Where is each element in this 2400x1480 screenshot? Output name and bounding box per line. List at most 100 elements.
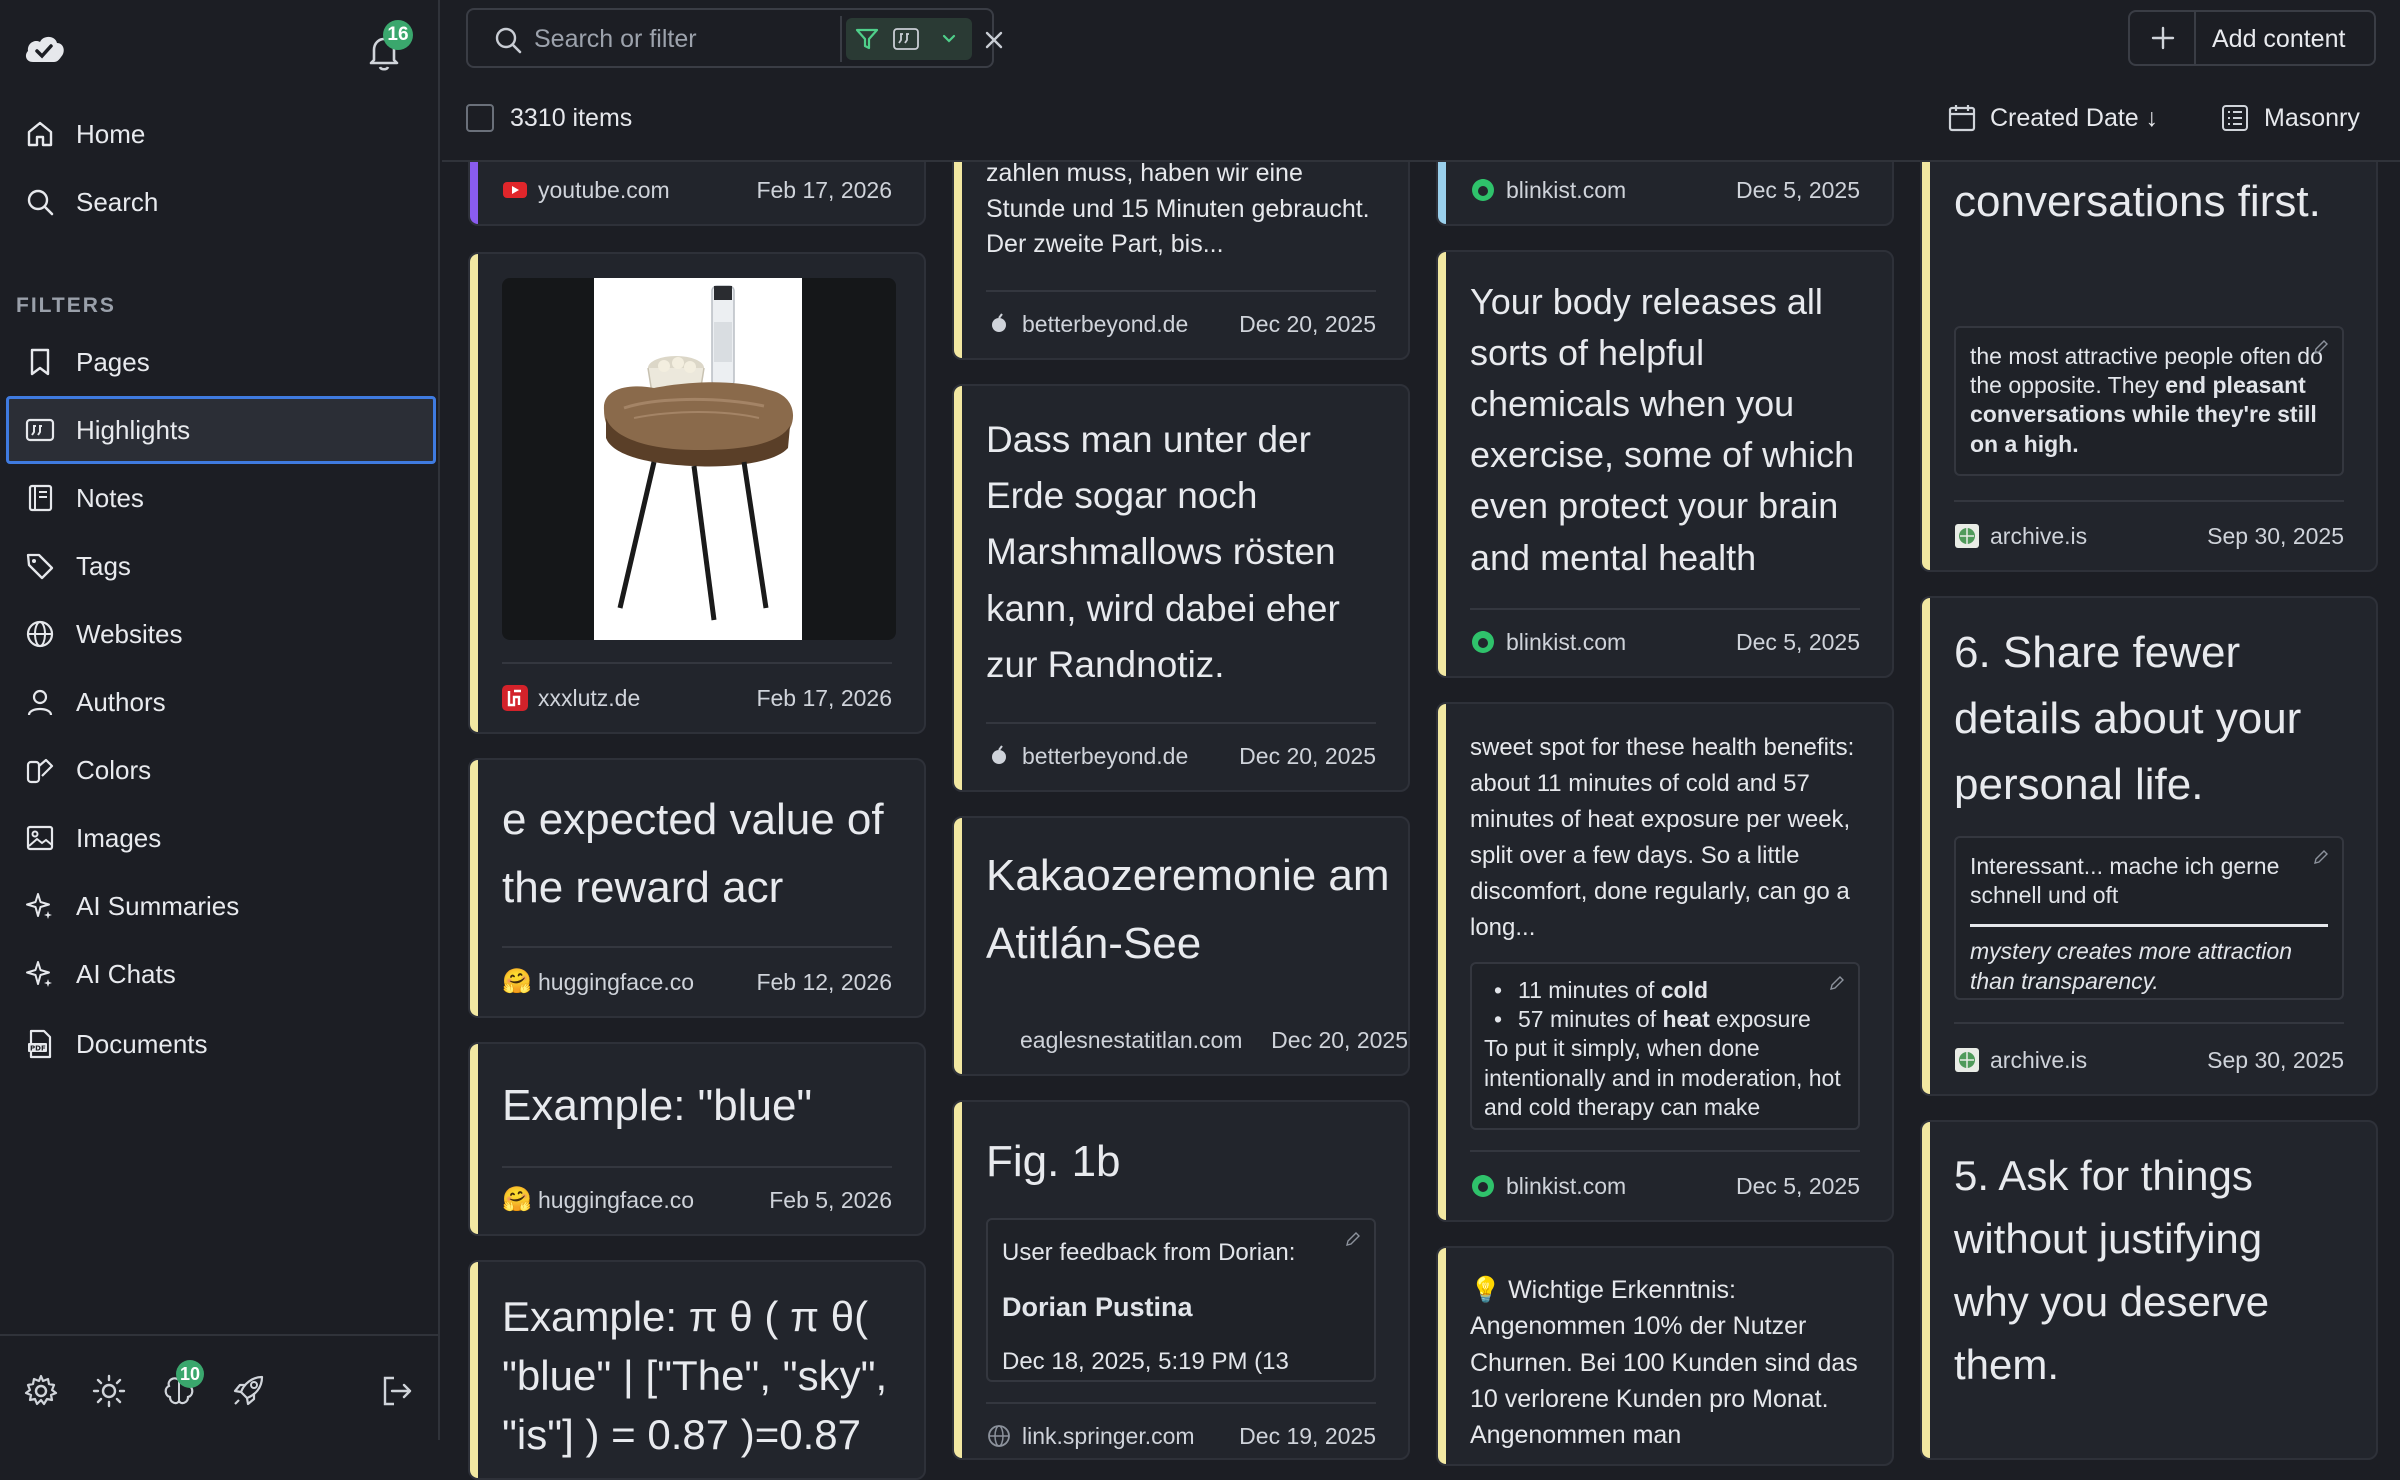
pdf-icon: PDF [28,1029,52,1059]
select-all-checkbox[interactable] [466,104,494,132]
filter-tags[interactable]: Tags [6,536,436,596]
highlight-text: Kakaozeremonie am Atitlán-See [986,851,1390,969]
sort-label: Created Date ↓ [1990,103,2159,132]
source-site[interactable]: link.springer.com [1022,1423,1239,1450]
source-site[interactable]: huggingface.co [538,1187,769,1214]
search-icon [27,189,54,216]
filter-colors[interactable]: Colors [6,740,436,800]
filter-notes[interactable]: Notes [6,468,436,528]
huggingface-favicon-icon: 🤗 [502,1186,532,1213]
highlight-card[interactable]: Example: "blue" 🤗 huggingface.co Feb 5, … [468,1042,926,1236]
filter-images[interactable]: Images [6,808,436,868]
nav-search[interactable]: Search [6,172,436,232]
card-divider [502,662,892,664]
note-rule [1970,924,2328,928]
user-note[interactable]: User feedback from Dorian: Dorian Pustin… [986,1218,1376,1382]
card-source: link.springer.com Dec 19, 2025 [986,1420,1376,1452]
masonry-column-4: conversations first. the most attractive… [1920,0,2378,1460]
rocket-icon[interactable] [230,1372,268,1410]
highlight-text: e expected value of the reward acr [502,795,884,913]
user-note[interactable]: Interessant... mache ich gerne schnell u… [1954,836,2344,1000]
highlight-card[interactable]: xxxlutz.de Feb 17, 2026 [468,252,926,734]
card-divider [986,722,1376,724]
note-line: User feedback from Dorian: [1002,1239,1296,1266]
swatch-icon [26,758,54,784]
user-note[interactable]: • 11 minutes of cold • 57 minutes of heat … [1470,962,1860,1130]
add-content-button[interactable]: Add content [2128,10,2376,66]
source-site[interactable]: huggingface.co [538,969,756,996]
source-site[interactable]: betterbeyond.de [1022,311,1239,338]
highlight-card[interactable]: Dass man unter der Erde sogar noch Marsh… [952,384,1410,792]
huggingface-favicon-icon: 🤗 [502,968,532,995]
active-filter-chip[interactable] [846,18,972,60]
highlight-card[interactable]: e expected value of the reward acr 🤗 hug… [468,758,926,1018]
card-divider [1954,1022,2344,1024]
highlight-color-bar [954,818,962,1074]
card-divider [986,290,1376,292]
highlight-card[interactable]: Fig. 1b User feedback from Dorian: Doria… [952,1100,1410,1460]
source-site[interactable]: archive.is [1990,1047,2207,1074]
card-source: blinkist.com Dec 5, 2025 [1470,1170,1860,1202]
highlight-card[interactable]: 5. Ask for things without justifying why… [1920,1120,2378,1460]
theme-sun-icon[interactable] [90,1372,128,1410]
user-note[interactable]: the most attractive people often do the … [1954,326,2344,476]
logout-icon[interactable] [378,1372,416,1410]
source-site[interactable]: archive.is [1990,523,2207,550]
chevron-down-icon[interactable] [940,30,958,48]
nav-home[interactable]: Home [6,104,436,164]
highlight-text: 💡 Wichtige Erkenntnis: Angenommen 10% de… [1470,1276,1858,1449]
source-site[interactable]: blinkist.com [1506,1173,1736,1200]
card-divider [502,1166,892,1168]
filter-ai-summaries[interactable]: AI Summaries [6,876,436,936]
view-mode-button[interactable]: Masonry [2220,100,2360,136]
filter-documents[interactable]: PDF Documents [6,1014,436,1074]
highlight-card[interactable]: Kakaozeremonie am Atitlán-See eaglesnest… [952,816,1410,1076]
highlight-card[interactable]: conversations first. the most attractive… [1920,100,2378,572]
highlight-card[interactable]: sweet spot for these health benefits: ab… [1436,702,1894,1222]
toolbar: Add content 3310 items Created Date ↓ Ma… [442,0,2400,162]
highlight-card[interactable]: 6. Share fewer details about your person… [1920,596,2378,1096]
highlight-color-bar [1922,1122,1930,1458]
cloud-check-logo-icon[interactable] [22,30,66,66]
filter-websites[interactable]: Websites [6,604,436,664]
filter-highlights[interactable]: Highlights [6,396,436,464]
highlight-card[interactable]: Your body releases all sorts of helpful … [1436,250,1894,678]
source-date: Sep 30, 2025 [2207,1046,2344,1073]
highlight-text: Dass man unter der Erde sogar noch Marsh… [986,419,1340,685]
edit-pencil-icon[interactable] [2312,848,2330,866]
card-source: archive.is Sep 30, 2025 [1954,520,2344,552]
add-content-label: Add content [2212,25,2346,53]
source-date: Dec 19, 2025 [1239,1422,1376,1449]
search-separator [840,16,842,62]
source-site[interactable]: eaglesnestatitlan.com [1020,1027,1271,1054]
card-source: archive.is Sep 30, 2025 [1954,1044,2344,1076]
betterbeyond-favicon-icon [992,313,1006,332]
source-site[interactable]: xxxlutz.de [538,685,756,712]
highlight-card[interactable]: 💡 Wichtige Erkenntnis: Angenommen 10% de… [1436,1246,1894,1466]
settings-icon[interactable] [22,1372,60,1410]
edit-pencil-icon[interactable] [1344,1230,1362,1248]
svg-text:PDF: PDF [30,1045,46,1053]
source-site[interactable]: blinkist.com [1506,629,1736,656]
source-date: Dec 5, 2025 [1735,628,1860,655]
highlight-color-bar [954,1102,962,1458]
highlight-color-bar [470,254,478,732]
filter-highlights-label: Highlights [76,414,191,445]
search-input[interactable] [534,20,834,58]
filter-pages[interactable]: Pages [6,332,436,392]
card-divider [1954,500,2344,502]
source-site[interactable]: betterbeyond.de [1022,743,1239,770]
sort-button[interactable]: Created Date ↓ [1946,100,2158,136]
plus-button[interactable] [2130,12,2196,64]
youtube-favicon-icon [503,182,527,198]
edit-pencil-icon[interactable] [2312,338,2330,356]
clear-filter-icon[interactable] [978,24,1010,56]
source-site[interactable]: youtube.com [538,177,756,204]
bookmark-icon [30,348,50,376]
filter-ai-chats[interactable]: AI Chats [6,944,436,1004]
highlight-card[interactable]: Example: π θ ( π θ( "blue" | ["The", "sk… [468,1260,926,1480]
card-divider [502,946,892,948]
filter-authors[interactable]: Authors [6,672,436,732]
highlight-color-bar [1438,704,1446,1220]
source-site[interactable]: blinkist.com [1506,177,1736,204]
